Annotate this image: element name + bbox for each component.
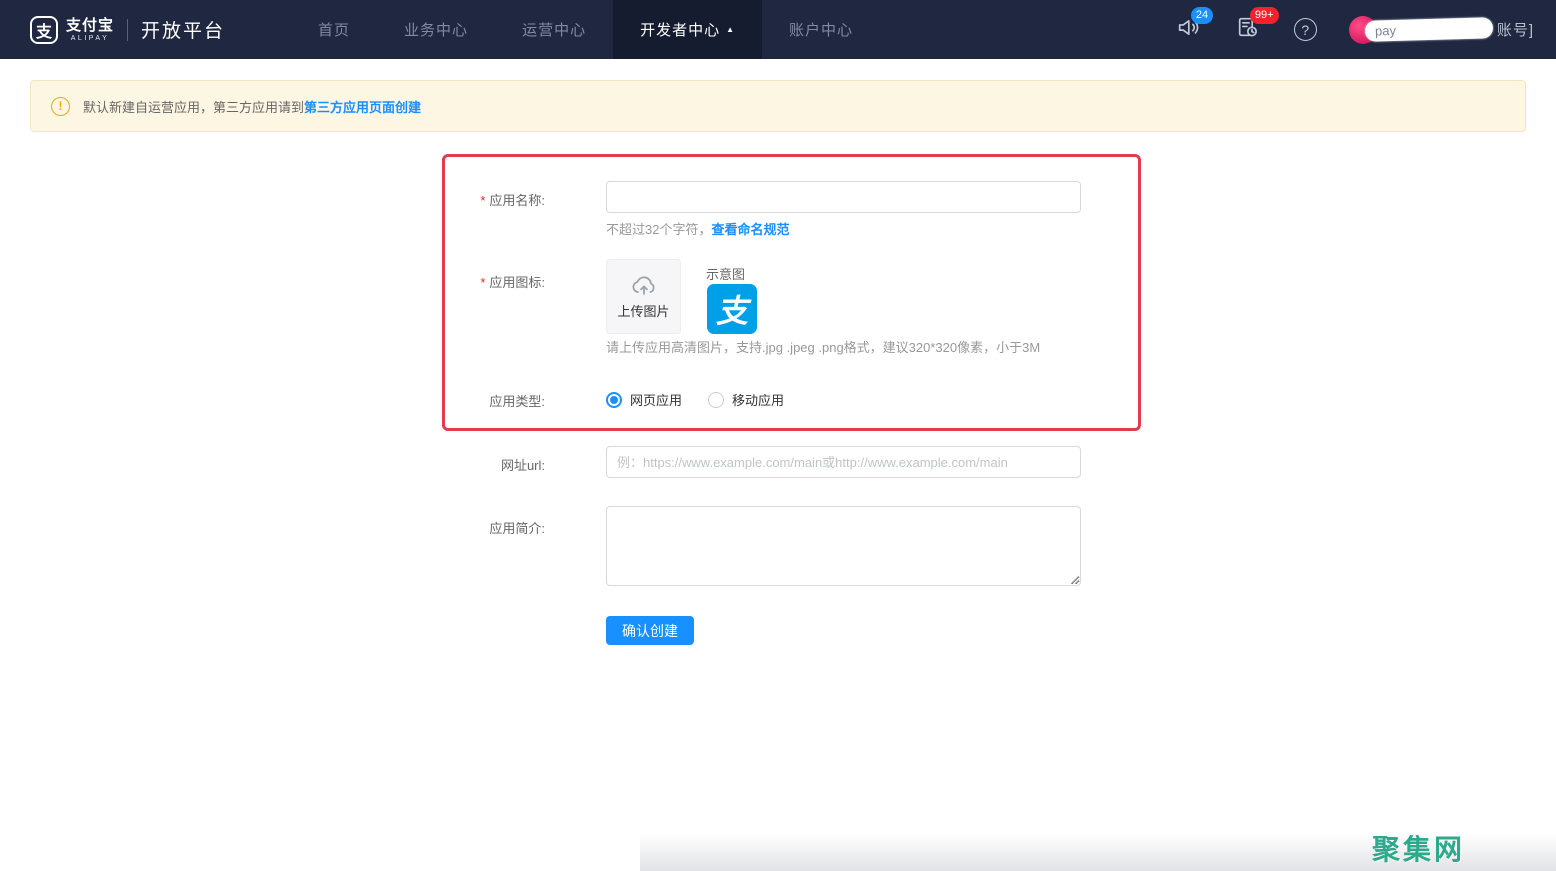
- nav-item-operation-center-label: 运营中心: [522, 19, 586, 40]
- app-type-radio-group: 网页应用 移动应用: [606, 390, 810, 409]
- app-type-label: 应用类型:: [489, 391, 545, 410]
- page: 支 支付宝 ALIPAY 开放平台 首页 业务中心 运营中心 开发者中心 ▲: [0, 0, 1556, 871]
- info-alert: ! 默认新建自运营应用，第三方应用请到第三方应用页面创建: [30, 80, 1526, 132]
- app-icon-label-text: 应用图标:: [489, 275, 545, 290]
- naming-rules-link[interactable]: 查看命名规范: [711, 222, 789, 237]
- app-desc-label-text: 应用简介:: [489, 521, 545, 536]
- exclamation-circle-icon: !: [51, 97, 70, 116]
- nav-item-business-center-label: 业务中心: [404, 19, 468, 40]
- app-name-help: 不超过32个字符，查看命名规范: [606, 219, 789, 238]
- announcement-button[interactable]: 24: [1176, 15, 1201, 45]
- nav-item-account-center[interactable]: 账户中心: [762, 0, 880, 59]
- radio-mobile-app-label: 移动应用: [732, 390, 784, 409]
- radio-web-app[interactable]: 网页应用: [606, 390, 682, 409]
- redaction-scribble: pay: [1365, 17, 1494, 42]
- nav-item-business-center[interactable]: 业务中心: [377, 0, 495, 59]
- required-asterisk: *: [480, 193, 485, 208]
- confirm-create-button[interactable]: 确认创建: [606, 616, 694, 645]
- app-type-label-text: 应用类型:: [489, 394, 545, 409]
- todo-badge: 99+: [1250, 7, 1279, 24]
- top-navbar: 支 支付宝 ALIPAY 开放平台 首页 业务中心 运营中心 开发者中心 ▲: [0, 0, 1556, 59]
- radio-mobile-app[interactable]: 移动应用: [708, 390, 784, 409]
- product-name: 开放平台: [141, 16, 225, 43]
- nav-item-home[interactable]: 首页: [291, 0, 377, 59]
- alert-text: 默认新建自运营应用，第三方应用请到第三方应用页面创建: [83, 97, 421, 116]
- account-suffix: 账号]: [1497, 19, 1534, 40]
- upload-image-button[interactable]: 上传图片: [606, 259, 681, 334]
- app-name-label-text: 应用名称:: [489, 193, 545, 208]
- nav-item-developer-center-label: 开发者中心: [640, 19, 720, 40]
- url-label-text: 网址url:: [501, 458, 545, 473]
- nav-item-home-label: 首页: [318, 19, 350, 40]
- account-prefix: pay: [1365, 23, 1396, 39]
- alipay-logo-icon: 支: [30, 16, 58, 44]
- required-asterisk: *: [480, 275, 485, 290]
- nav-item-operation-center[interactable]: 运营中心: [495, 0, 613, 59]
- brand-name-en: ALIPAY: [71, 35, 109, 42]
- app-name-label: * 应用名称:: [480, 190, 545, 209]
- alert-message: 默认新建自运营应用，第三方应用请到: [83, 100, 304, 115]
- help-button[interactable]: ?: [1294, 18, 1317, 41]
- brand-name: 支付宝: [66, 18, 114, 33]
- brand-text: 支付宝 ALIPAY: [66, 18, 114, 42]
- nav-item-developer-center[interactable]: 开发者中心 ▲: [613, 0, 762, 59]
- app-name-input[interactable]: [606, 181, 1081, 213]
- radio-unselected-icon: [708, 392, 724, 408]
- alipay-logo-glyph: 支: [36, 18, 52, 42]
- announcement-badge: 24: [1191, 7, 1213, 24]
- nav-item-account-center-label: 账户中心: [789, 19, 853, 40]
- main-nav: 首页 业务中心 运营中心 开发者中心 ▲ 账户中心: [291, 0, 880, 59]
- watermark-text: 聚集网: [1372, 828, 1465, 868]
- alipay-demo-glyph: 支: [716, 286, 748, 332]
- app-name-help-text: 不超过32个字符，: [606, 222, 711, 237]
- chevron-up-icon: ▲: [726, 25, 735, 34]
- header-right-cluster: 24 99+ ? pay: [1176, 15, 1534, 45]
- app-desc-textarea[interactable]: [606, 506, 1081, 586]
- todo-button[interactable]: 99+: [1235, 15, 1260, 45]
- app-icon-help: 请上传应用高清图片，支持.jpg .jpeg .png格式，建议320*320像…: [606, 337, 1040, 356]
- logo-divider: [127, 19, 128, 41]
- question-mark-icon: ?: [1301, 22, 1309, 38]
- radio-selected-icon: [606, 392, 622, 408]
- url-label: 网址url:: [501, 455, 545, 474]
- account-menu[interactable]: pay 账号]: [1349, 16, 1534, 44]
- app-icon-label: * 应用图标:: [480, 272, 545, 291]
- radio-web-app-label: 网页应用: [630, 390, 682, 409]
- cloud-upload-icon: [630, 274, 658, 298]
- url-input[interactable]: [606, 446, 1081, 478]
- demo-image-title: 示意图: [706, 264, 745, 283]
- upload-image-label: 上传图片: [617, 301, 669, 320]
- alipay-demo-icon: 支: [707, 284, 757, 334]
- app-desc-label: 应用简介:: [489, 518, 545, 537]
- third-party-app-link[interactable]: 第三方应用页面创建: [304, 100, 421, 115]
- alipay-logo[interactable]: 支 支付宝 ALIPAY 开放平台: [30, 16, 225, 44]
